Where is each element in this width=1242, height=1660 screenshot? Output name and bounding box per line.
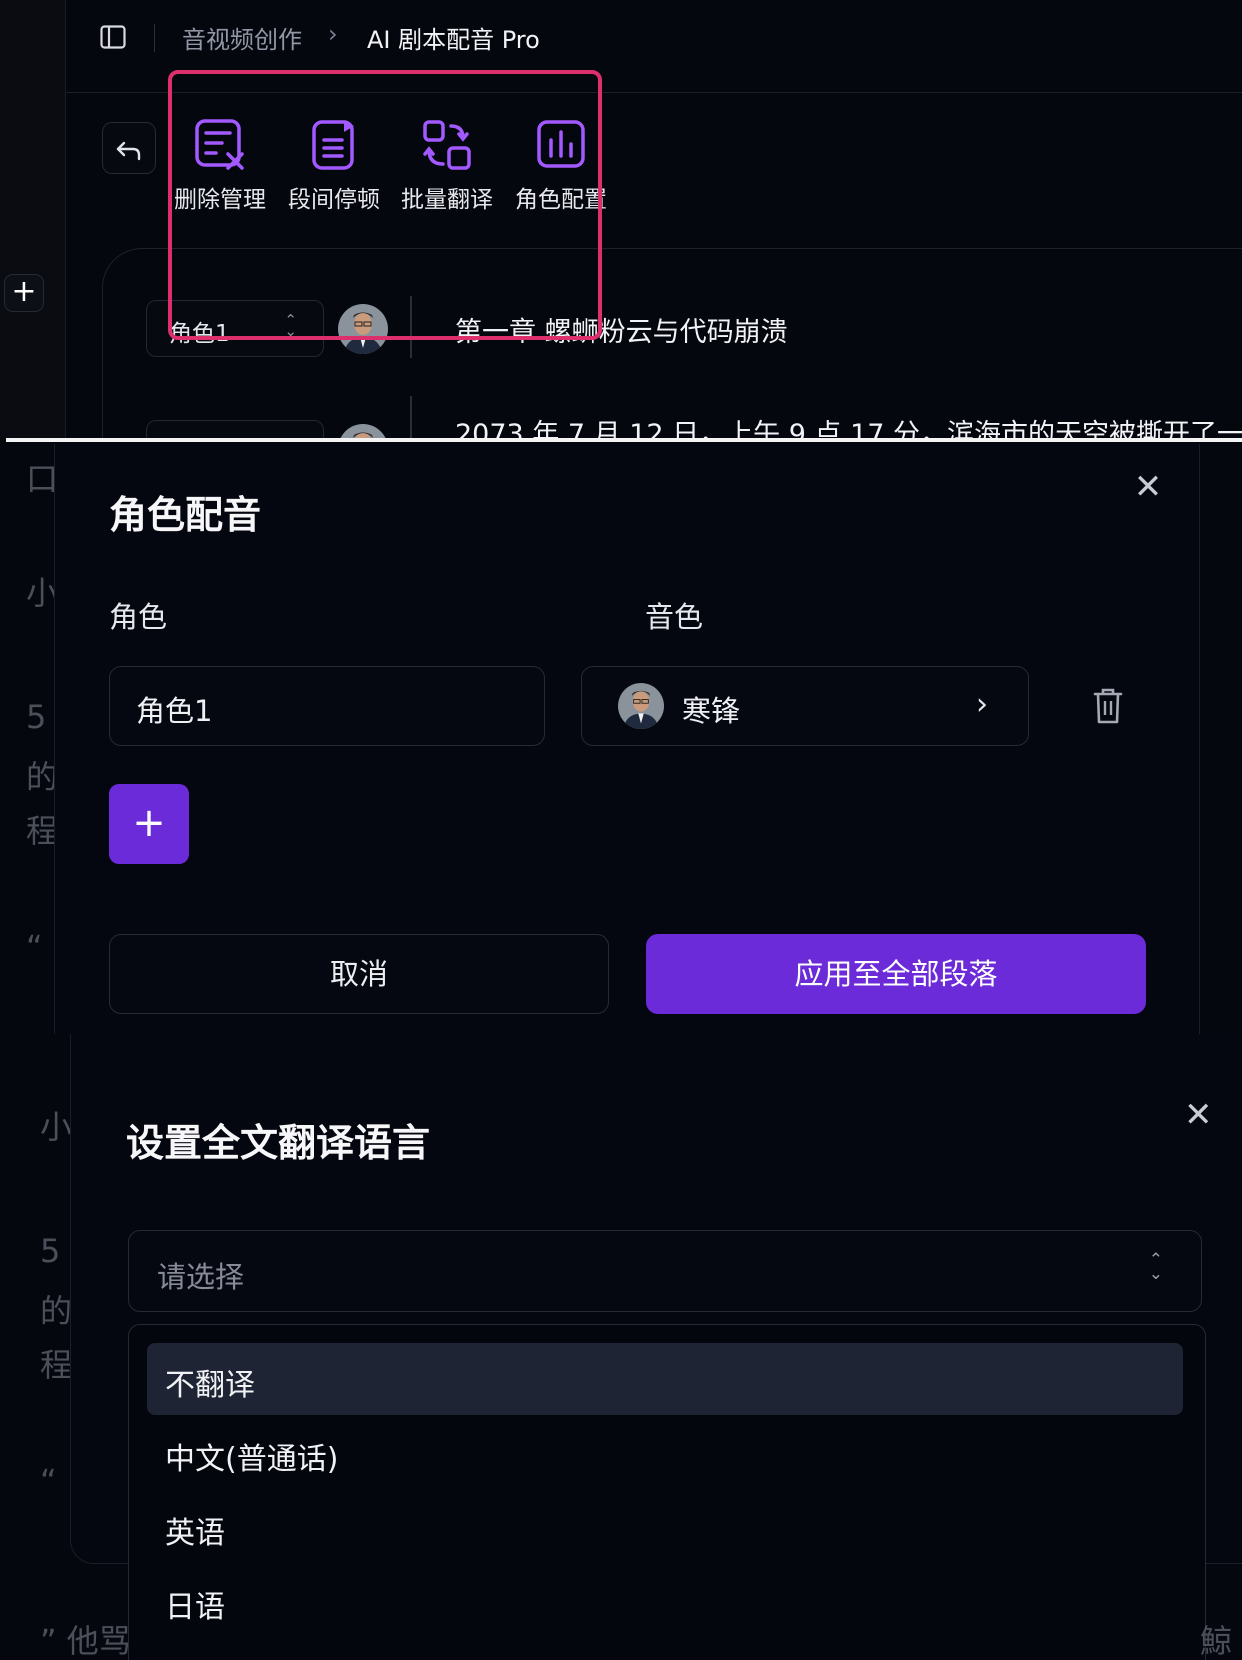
dialog-title: 角色配音	[109, 493, 262, 537]
role-dubbing-panel: 口 小 5 的 程 “ 角色配音 ✕ 角色 音色 角色1 寒锋 › + 取消 应…	[0, 444, 1242, 1034]
trash-icon[interactable]	[1091, 686, 1125, 726]
tool-label: 段间停顿	[288, 187, 380, 213]
breadcrumb-parent[interactable]: 音视频创作	[182, 20, 302, 55]
tool-label: 删除管理	[174, 187, 266, 213]
chevron-right-icon: ›	[976, 687, 988, 722]
dialog-title: 设置全文翻译语言	[126, 1121, 431, 1165]
role-column-header: 角色	[109, 600, 168, 634]
sidebar-toggle-icon[interactable]	[100, 25, 126, 49]
language-option-label: 不翻译	[165, 1368, 255, 1403]
top-bar: 音视频创作 › AI 剧本配音 Pro	[66, 0, 1242, 93]
paragraph-pause-button[interactable]: 段间停顿	[280, 118, 388, 214]
background-text: “	[40, 1462, 57, 1500]
segment-role-select[interactable]: 角色1 ⌃ ⌄	[146, 300, 324, 357]
language-option-label: 中文(普通话)	[165, 1442, 339, 1477]
background-text: 程	[40, 1346, 73, 1384]
add-role-button[interactable]: +	[109, 784, 189, 864]
close-icon[interactable]: ✕	[1131, 470, 1165, 504]
background-text: ” 他骂	[40, 1622, 131, 1660]
left-rail	[0, 0, 66, 440]
avatar[interactable]	[338, 304, 388, 354]
segment-text[interactable]: 2073 年 7 月 12 日，上午 9 点 17 分，滨海市的天空被撕开了一	[455, 412, 1242, 440]
voice-avatar	[618, 683, 664, 729]
translate-icon	[423, 120, 471, 170]
background-text: 鯨	[1200, 1622, 1233, 1660]
undo-icon	[116, 141, 141, 161]
batch-translate-button[interactable]: 批量翻译	[393, 118, 501, 214]
language-option[interactable]: 不翻译	[147, 1343, 1183, 1415]
language-dropdown-menu: 不翻译 中文(普通话) 英语 日语	[128, 1324, 1206, 1660]
updown-chevron-icon: ⌃ ⌄	[1148, 1250, 1163, 1284]
new-item-button[interactable]: +	[4, 274, 44, 312]
language-option-label: 日语	[165, 1590, 225, 1625]
background-text: 小	[40, 1108, 73, 1146]
topbar-separator	[154, 24, 155, 52]
updown-chevron-icon: ⌃ ⌄	[284, 311, 297, 340]
role-config-icon	[537, 120, 585, 168]
background-text: 5	[26, 698, 47, 736]
breadcrumb-current: AI 剧本配音 Pro	[367, 26, 540, 54]
language-option[interactable]: 英语	[147, 1491, 1183, 1563]
language-select[interactable]: 请选择 ⌃ ⌄	[128, 1230, 1202, 1312]
background-text: “	[26, 928, 43, 966]
language-select-placeholder: 请选择	[157, 1260, 245, 1294]
pause-icon	[312, 120, 354, 170]
toolbar-screenshot-panel: + 音视频创作 › AI 剧本配音 Pro 删除管理 段间停顿 批量翻译 角色配…	[0, 0, 1242, 440]
role-dubbing-dialog: 角色配音 ✕ 角色 音色 角色1 寒锋 › + 取消 应用至全部段落	[54, 444, 1200, 1034]
breadcrumb-chevron-icon: ›	[328, 20, 338, 48]
segment-role-value: 角色1	[169, 321, 230, 347]
language-option[interactable]: 中文(普通话)	[147, 1417, 1183, 1489]
language-option-label: 英语	[165, 1516, 225, 1551]
close-icon[interactable]: ✕	[1184, 1098, 1213, 1132]
background-text: 5	[40, 1232, 61, 1270]
segment-divider	[410, 296, 412, 358]
voice-name: 寒锋	[682, 694, 741, 728]
tool-label: 角色配置	[515, 187, 607, 213]
voice-column-header: 音色	[645, 600, 704, 634]
background-text: 的	[40, 1292, 73, 1330]
segment-divider	[410, 396, 412, 440]
role-name-input[interactable]: 角色1	[109, 666, 545, 746]
undo-button[interactable]	[102, 122, 156, 174]
tool-label: 批量翻译	[401, 187, 493, 213]
apply-all-button[interactable]: 应用至全部段落	[646, 934, 1146, 1014]
screenshot-divider	[6, 438, 1242, 442]
cancel-button[interactable]: 取消	[109, 934, 609, 1014]
role-config-button[interactable]: 角色配置	[507, 118, 615, 214]
delete-manage-icon	[195, 119, 244, 170]
segment-text[interactable]: 第一章 螺蛳粉云与代码崩溃	[455, 310, 788, 349]
role-name-value: 角色1	[136, 694, 213, 728]
segment-role-select[interactable]	[146, 420, 324, 440]
translate-language-panel: 小 5 的 程 “ 设置全文翻译语言 ✕ 请选择 ⌃ ⌄ 不翻译 中文(普通话) …	[0, 1034, 1242, 1660]
delete-manage-button[interactable]: 删除管理	[166, 118, 274, 214]
language-option[interactable]: 日语	[147, 1565, 1183, 1637]
voice-select[interactable]: 寒锋 ›	[581, 666, 1029, 746]
